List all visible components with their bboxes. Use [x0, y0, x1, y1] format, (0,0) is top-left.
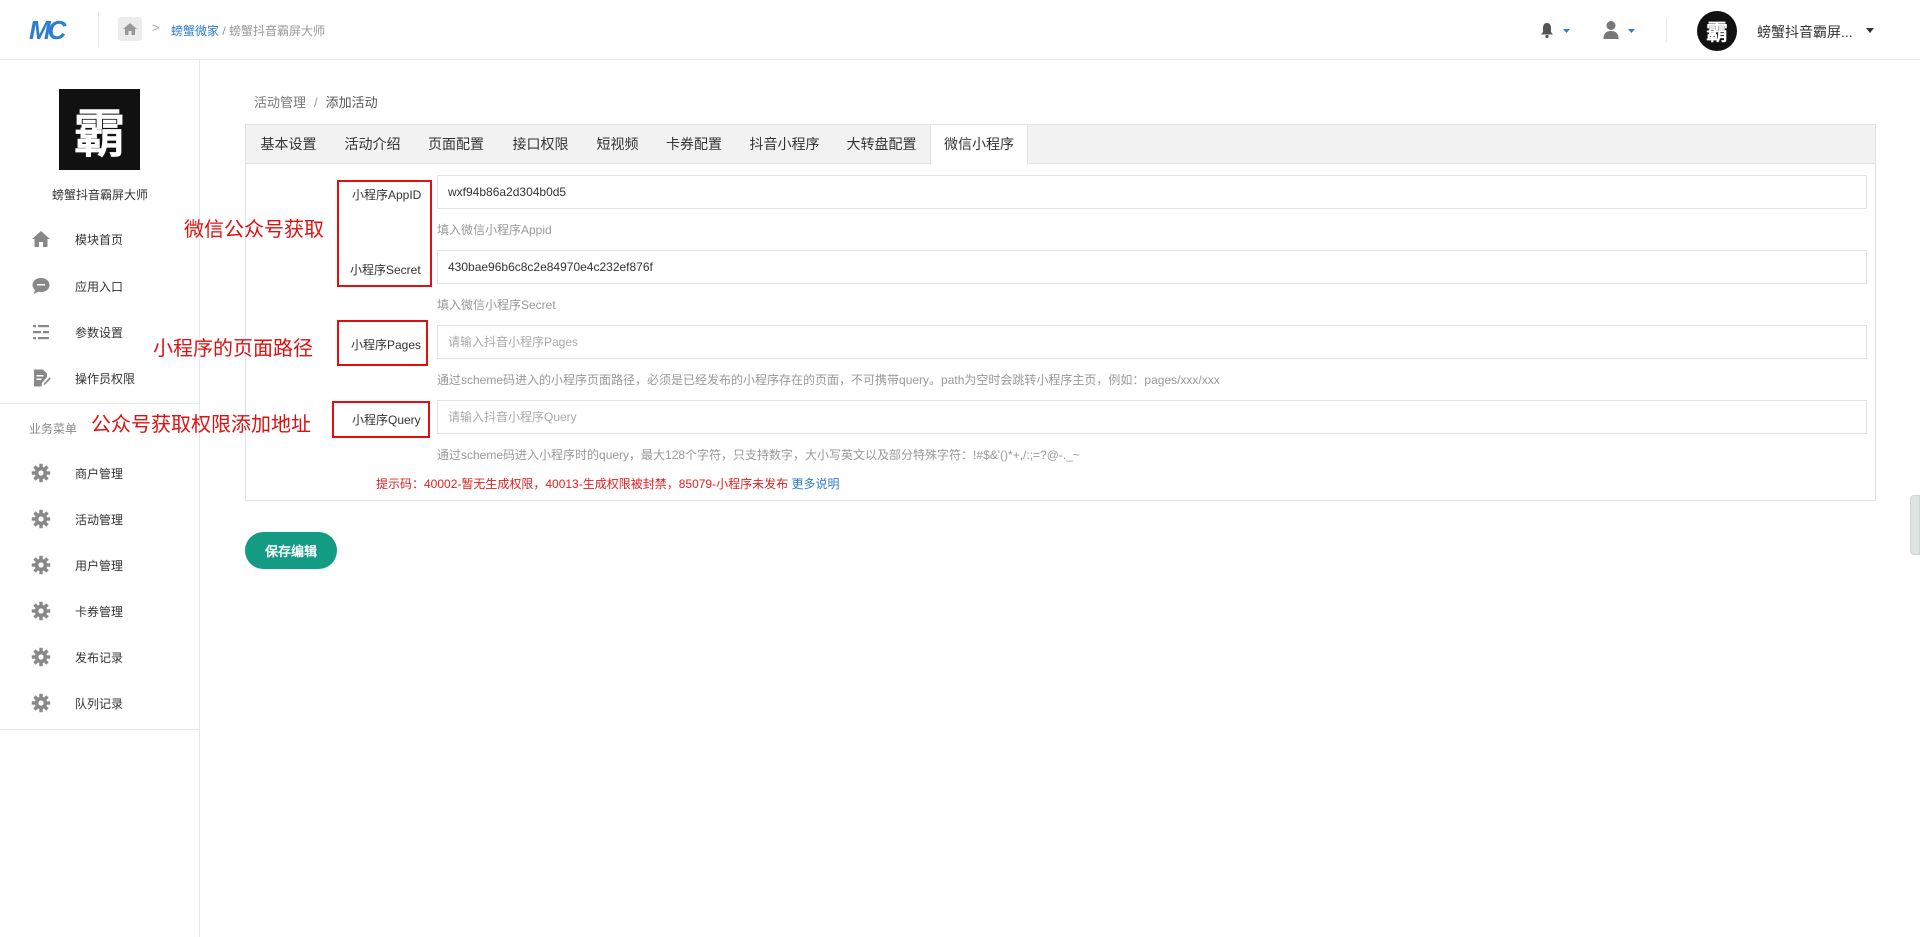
breadcrumb: 活动管理 / 添加活动 — [254, 92, 378, 111]
sidebar-item-activities[interactable]: 活动管理 — [0, 499, 199, 537]
query-help: 通过scheme码进入小程序时的query，最大128个字符，只支持数字，大小写… — [437, 448, 1080, 462]
sidebar-item-label: 卡券管理 — [75, 605, 124, 619]
breadcrumb-current: 添加活动 — [325, 95, 378, 110]
pages-help: 通过scheme码进入的小程序页面路径，必须是已经发布的小程序存在的页面，不可携… — [437, 373, 1220, 387]
sidebar-item-label: 商户管理 — [75, 467, 124, 481]
sidebar-item-users[interactable]: 用户管理 — [0, 545, 199, 583]
breadcrumb-separator: / — [314, 95, 318, 110]
home-icon — [32, 231, 50, 247]
sidebar-item-label: 用户管理 — [75, 559, 124, 573]
sidebar-item-label: 操作员权限 — [75, 372, 136, 386]
app-avatar: 霸 — [59, 89, 140, 170]
top-breadcrumb-separator: / — [219, 24, 230, 38]
caret-down-icon[interactable] — [1866, 28, 1874, 33]
gear-icon — [31, 509, 51, 529]
sidebar-item-label: 活动管理 — [75, 513, 124, 527]
home-icon — [123, 23, 137, 35]
pages-input[interactable] — [437, 325, 1867, 359]
tab-basic-settings[interactable]: 基本设置 — [246, 125, 331, 164]
annotation-pages: 小程序的页面路径 — [153, 338, 313, 360]
gear-icon — [31, 647, 51, 667]
username-label[interactable]: 螃蟹抖音霸屏... — [1757, 22, 1853, 42]
top-breadcrumb-current: 螃蟹抖音霸屏大师 — [229, 24, 326, 38]
sidebar-item-label: 发布记录 — [75, 651, 124, 665]
more-info-link[interactable]: 更多说明 — [791, 477, 839, 491]
sidebar-item-label: 模块首页 — [75, 233, 124, 247]
chevron-right-icon: > — [152, 20, 160, 35]
tab-coupon-config[interactable]: 卡券配置 — [652, 125, 736, 164]
sidebar-item-coupons[interactable]: 卡券管理 — [0, 591, 199, 629]
tab-douyin-miniprogram[interactable]: 抖音小程序 — [736, 125, 833, 164]
tip-text: 提示码：40002-暂无生成权限，40013-生成权限被封禁，85079-小程序… — [376, 477, 789, 491]
top-breadcrumb-link[interactable]: 螃蟹微家 — [171, 24, 219, 38]
side-drawer-handle[interactable] — [1910, 495, 1920, 555]
app-logo[interactable]: MC — [29, 16, 77, 44]
list-settings-icon — [33, 325, 49, 340]
tab-short-video[interactable]: 短视频 — [583, 125, 652, 164]
topbar-divider-2 — [1666, 18, 1667, 42]
tab-wechat-miniprogram[interactable]: 微信小程序 — [930, 125, 1028, 165]
breadcrumb-parent[interactable]: 活动管理 — [254, 95, 306, 110]
sidebar: 霸 螃蟹抖音霸屏大师 模块首页 应用入口 参数设置 操作员权限 业务菜单 商户管… — [0, 60, 200, 937]
sidebar-item-queue-log[interactable]: 队列记录 — [0, 683, 199, 721]
sidebar-item-publish-log[interactable]: 发布记录 — [0, 637, 199, 675]
app-name: 螃蟹抖音霸屏大师 — [51, 188, 148, 202]
sidebar-item-label: 队列记录 — [75, 697, 124, 711]
sidebar-item-entry[interactable]: 应用入口 — [0, 266, 199, 304]
save-edit-button[interactable]: 保存编辑 — [245, 532, 337, 569]
annotation-box-query — [332, 401, 430, 438]
tab-page-config[interactable]: 页面配置 — [414, 125, 498, 164]
top-bar: MC > 螃蟹微家 / 螃蟹抖音霸屏大师 霸 螃蟹抖音霸屏... — [0, 0, 1920, 60]
user-avatar[interactable]: 霸 — [1697, 11, 1737, 51]
sidebar-divider — [0, 403, 199, 404]
secret-input[interactable] — [437, 250, 1867, 284]
gear-icon — [31, 693, 51, 713]
error-code-tip: 提示码：40002-暂无生成权限，40013-生成权限被封禁，85079-小程序… — [376, 475, 839, 492]
sidebar-item-merchants[interactable]: 商户管理 — [0, 453, 199, 491]
annotation-box-pages — [337, 320, 428, 366]
settings-panel: 基本设置 活动介绍 页面配置 接口权限 短视频 卡券配置 抖音小程序 大转盘配置… — [245, 124, 1876, 501]
appid-help: 填入微信小程序Appid — [437, 223, 552, 237]
chat-bubble-icon — [32, 278, 50, 294]
sidebar-section-label: 业务菜单 — [29, 422, 78, 436]
tab-bar: 基本设置 活动介绍 页面配置 接口权限 短视频 卡券配置 抖音小程序 大转盘配置… — [246, 125, 1875, 165]
edit-document-icon — [34, 369, 51, 387]
gear-icon — [31, 463, 51, 483]
tab-api-permissions[interactable]: 接口权限 — [498, 125, 583, 164]
query-input[interactable] — [437, 400, 1867, 434]
notification-bell-icon[interactable] — [1540, 21, 1574, 39]
user-menu-icon[interactable] — [1603, 20, 1639, 40]
tab-activity-intro[interactable]: 活动介绍 — [331, 125, 414, 164]
secret-help: 填入微信小程序Secret — [437, 298, 556, 312]
home-button[interactable] — [118, 17, 142, 41]
top-breadcrumb: 螃蟹微家 / 螃蟹抖音霸屏大师 — [171, 22, 325, 39]
appid-input[interactable] — [437, 175, 1867, 209]
sidebar-item-label: 应用入口 — [75, 280, 124, 294]
sidebar-divider — [0, 729, 199, 730]
sidebar-item-label: 参数设置 — [75, 326, 124, 340]
gear-icon — [31, 601, 51, 621]
topbar-divider — [98, 12, 99, 48]
logo-text: MC — [29, 16, 68, 44]
tab-wheel-config[interactable]: 大转盘配置 — [833, 125, 930, 164]
annotation-box-appid-secret — [337, 180, 432, 287]
gear-icon — [31, 555, 51, 575]
annotation-query: 公众号获取权限添加地址 — [91, 414, 311, 436]
sidebar-item-operators[interactable]: 操作员权限 — [0, 358, 199, 396]
annotation-appid-secret: 微信公众号获取 — [184, 219, 324, 241]
sidebar-item-home[interactable]: 模块首页 — [0, 219, 199, 257]
